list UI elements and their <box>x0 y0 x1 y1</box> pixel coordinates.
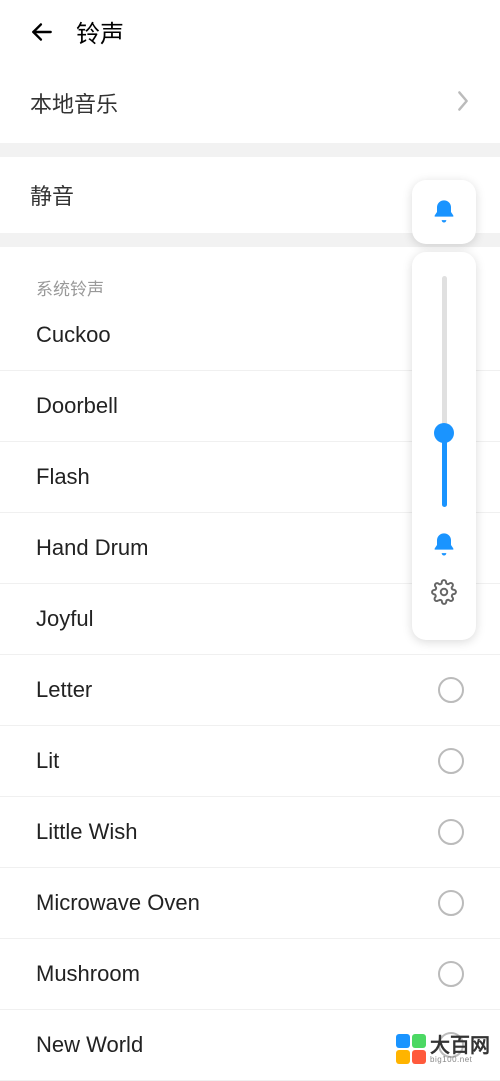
bell-icon <box>430 198 458 226</box>
ringtone-name: Microwave Oven <box>36 890 200 916</box>
local-music-row[interactable]: 本地音乐 <box>0 63 500 143</box>
volume-settings-button[interactable] <box>431 568 457 616</box>
volume-slider-card <box>412 252 476 640</box>
back-button[interactable] <box>28 18 56 46</box>
header-bar: 铃声 <box>0 0 500 63</box>
ringtone-volume-button[interactable] <box>430 523 458 564</box>
ringtone-name: Cuckoo <box>36 322 111 348</box>
local-music-label: 本地音乐 <box>30 87 118 119</box>
radio-button[interactable] <box>438 890 464 916</box>
radio-button[interactable] <box>438 961 464 987</box>
ringtone-name: Lit <box>36 748 59 774</box>
ringtone-name: Flash <box>36 464 90 490</box>
silent-label: 静音 <box>30 179 470 211</box>
volume-slider[interactable] <box>442 276 447 507</box>
radio-button[interactable] <box>438 819 464 845</box>
ringtone-item[interactable]: Letter <box>0 655 500 726</box>
watermark-subtext: big100.net <box>430 1056 490 1064</box>
ringtone-name: Mushroom <box>36 961 140 987</box>
radio-button[interactable] <box>438 748 464 774</box>
ringtone-name: Hand Drum <box>36 535 148 561</box>
ringtone-item[interactable]: Little Wish <box>0 797 500 868</box>
ringtone-name: Letter <box>36 677 92 703</box>
page-title: 铃声 <box>76 14 124 49</box>
ringtone-name: Little Wish <box>36 819 137 845</box>
arrow-left-icon <box>29 19 55 45</box>
ringtone-name: Doorbell <box>36 393 118 419</box>
chevron-right-icon <box>456 90 470 117</box>
radio-button[interactable] <box>438 677 464 703</box>
volume-panel <box>412 180 476 640</box>
notification-volume-button[interactable] <box>412 180 476 244</box>
gear-icon <box>431 579 457 605</box>
watermark-logo-icon <box>396 1034 426 1064</box>
bell-icon <box>430 531 458 559</box>
ringtone-name: Joyful <box>36 606 93 632</box>
volume-slider-thumb[interactable] <box>434 423 454 443</box>
ringtone-item[interactable]: Mushroom <box>0 939 500 1010</box>
ringtone-item[interactable]: Microwave Oven <box>0 868 500 939</box>
ringtone-item[interactable]: Lit <box>0 726 500 797</box>
watermark: 大百网 big100.net <box>396 1034 490 1064</box>
divider-gap <box>0 143 500 157</box>
watermark-text: 大百网 <box>430 1036 490 1056</box>
volume-slider-fill <box>442 433 447 507</box>
ringtone-name: New World <box>36 1032 143 1058</box>
